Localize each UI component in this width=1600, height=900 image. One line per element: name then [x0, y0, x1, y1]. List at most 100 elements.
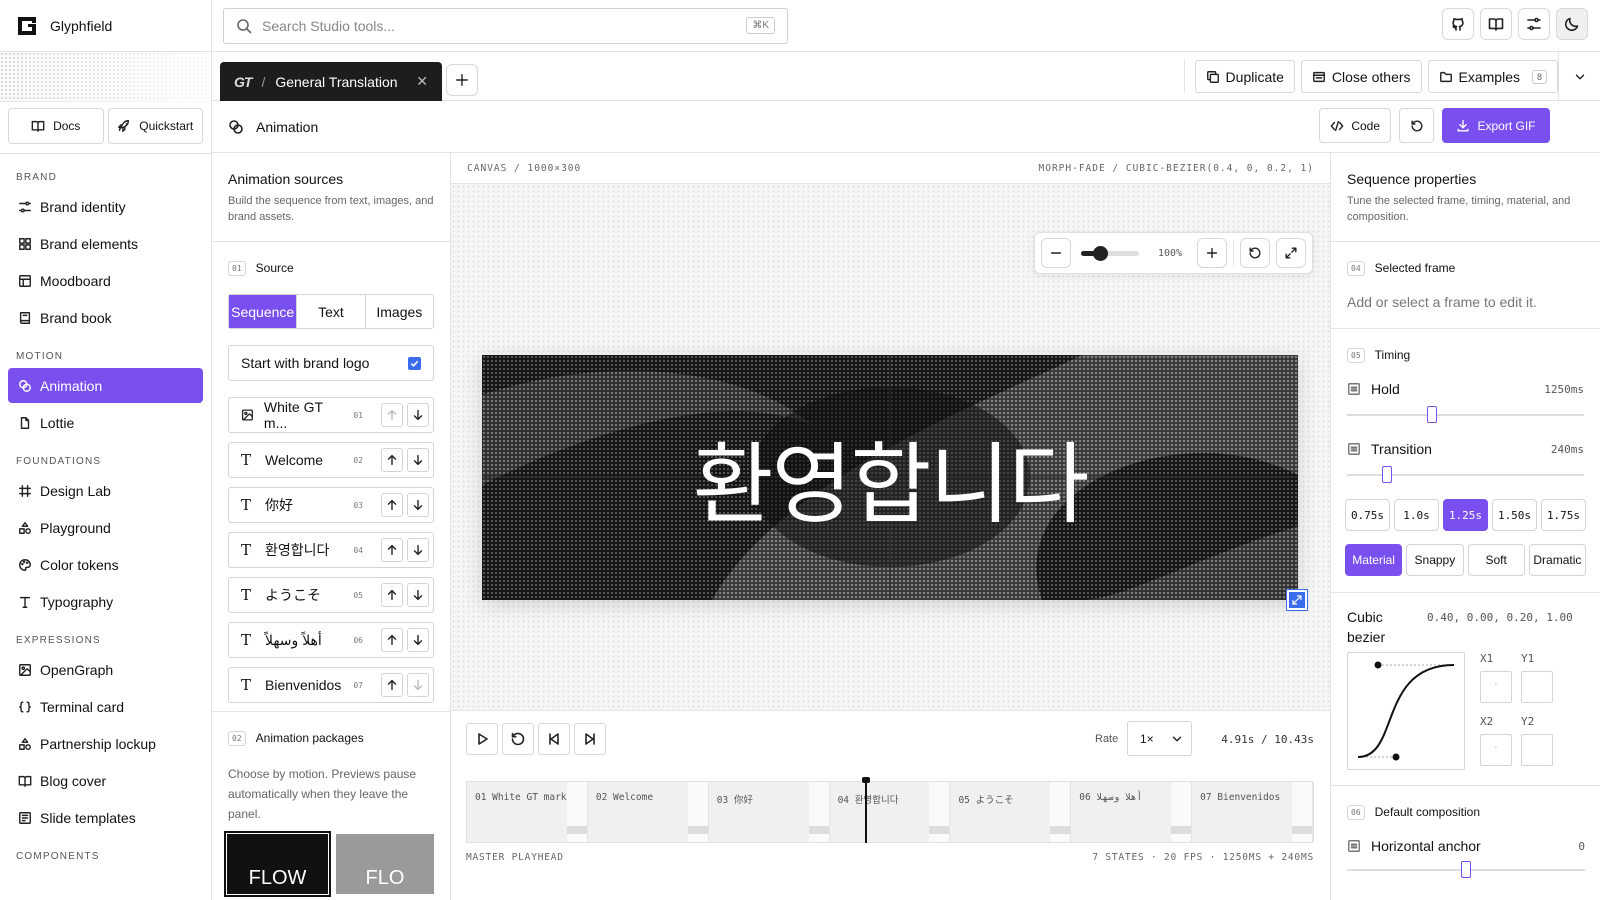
- hold-slider[interactable]: [1347, 405, 1584, 425]
- segment-images[interactable]: Images: [366, 295, 433, 328]
- move-down-button[interactable]: [407, 493, 429, 517]
- add-tab-button[interactable]: [446, 64, 478, 96]
- skip-back-button[interactable]: [538, 722, 570, 755]
- source-item[interactable]: T Bienvenidos 07: [228, 667, 434, 703]
- timeline-frame[interactable]: 04 환영합니다: [829, 782, 951, 842]
- zoom-out-button[interactable]: [1041, 238, 1071, 268]
- glyphfield-logo-icon[interactable]: [16, 15, 38, 37]
- move-down-button[interactable]: [407, 403, 429, 427]
- checkbox-checked-icon[interactable]: [408, 356, 421, 370]
- move-down-button[interactable]: [407, 673, 429, 697]
- sidebar-item-terminal-card[interactable]: Terminal card: [8, 689, 203, 724]
- sidebar-item-moodboard[interactable]: Moodboard: [8, 263, 203, 298]
- move-up-button[interactable]: [381, 673, 403, 697]
- playhead[interactable]: [862, 777, 871, 843]
- export-gif-button[interactable]: Export GIF: [1442, 108, 1550, 143]
- reset-button[interactable]: [1399, 108, 1434, 143]
- sidebar-item-playground[interactable]: Playground: [8, 510, 203, 545]
- skip-forward-button[interactable]: [574, 722, 606, 755]
- timeline-frame[interactable]: 02 Welcome: [587, 782, 709, 842]
- tab-menu-button[interactable]: [1558, 52, 1600, 101]
- anchor-slider-knob[interactable]: [1461, 861, 1471, 878]
- timeline-frame[interactable]: 06 أهلا وسهلا: [1071, 782, 1193, 842]
- brand-logo-toggle[interactable]: Start with brand logo: [228, 345, 434, 381]
- sidebar-item-color-tokens[interactable]: Color tokens: [8, 547, 203, 582]
- duration-preset-button[interactable]: 1.25s: [1443, 499, 1488, 531]
- source-item[interactable]: T ようこそ 05: [228, 577, 434, 613]
- docs-button[interactable]: Docs: [8, 108, 104, 144]
- segment-sequence[interactable]: Sequence: [229, 295, 298, 328]
- sidebar-item-typography[interactable]: Typography: [8, 584, 203, 619]
- transition-slider[interactable]: [1347, 465, 1584, 485]
- source-item[interactable]: T 你好 03: [228, 487, 434, 523]
- reset-zoom-button[interactable]: [1240, 238, 1270, 268]
- timeline-frame[interactable]: 03 你好: [708, 782, 830, 842]
- segment-text[interactable]: Text: [297, 295, 366, 328]
- rate-select[interactable]: 1×: [1127, 721, 1192, 756]
- theme-toggle-button[interactable]: [1556, 8, 1588, 40]
- search-input[interactable]: Search Studio tools... ⌘K: [223, 8, 788, 44]
- github-button[interactable]: [1442, 8, 1474, 40]
- quickstart-button[interactable]: Quickstart: [107, 108, 203, 144]
- source-item[interactable]: T Welcome 02: [228, 442, 434, 478]
- play-button[interactable]: [466, 722, 498, 755]
- duration-preset-button[interactable]: 1.50s: [1492, 499, 1537, 531]
- sidebar-item-partnership-lockup[interactable]: Partnership lockup: [8, 726, 203, 761]
- bezier-editor[interactable]: [1347, 652, 1465, 770]
- duration-preset-button[interactable]: 1.75s: [1541, 499, 1586, 531]
- transition-slider-knob[interactable]: [1382, 466, 1393, 483]
- move-up-button[interactable]: [381, 628, 403, 652]
- settings-button[interactable]: [1518, 8, 1550, 40]
- style-preset-dramatic[interactable]: Dramatic: [1528, 544, 1586, 576]
- duplicate-button[interactable]: Duplicate: [1194, 60, 1295, 93]
- move-up-button[interactable]: [381, 448, 403, 472]
- sidebar-item-lottie[interactable]: Lottie: [8, 405, 203, 440]
- move-down-button[interactable]: [407, 538, 429, 562]
- package-thumb-flow[interactable]: FLOW: [224, 831, 331, 897]
- sidebar-item-slide-templates[interactable]: Slide templates: [8, 800, 203, 835]
- sidebar-item-brand-elements[interactable]: Brand elements: [8, 226, 203, 261]
- style-preset-material[interactable]: Material: [1345, 544, 1403, 576]
- code-button[interactable]: Code: [1319, 108, 1391, 143]
- source-item[interactable]: T 환영합니다 04: [228, 532, 434, 568]
- timeline-frame[interactable]: 05 ようこそ: [950, 782, 1072, 842]
- animation-stage[interactable]: 환영합니다: [482, 355, 1298, 600]
- source-item[interactable]: T أهلاً وسهلاً 06: [228, 622, 434, 658]
- zoom-slider[interactable]: [1081, 238, 1139, 268]
- y1-input[interactable]: [1521, 671, 1553, 703]
- duration-preset-button[interactable]: 0.75s: [1345, 499, 1390, 531]
- package-thumb-flo[interactable]: FLO: [336, 834, 434, 894]
- sidebar-item-brand-identity[interactable]: Brand identity: [8, 189, 203, 224]
- zoom-knob[interactable]: [1093, 246, 1109, 261]
- move-down-button[interactable]: [407, 448, 429, 472]
- move-down-button[interactable]: [407, 583, 429, 607]
- examples-button[interactable]: Examples 8: [1427, 60, 1558, 93]
- close-others-button[interactable]: Close others: [1300, 60, 1422, 93]
- sidebar-item-brand-book[interactable]: Brand book: [8, 300, 203, 335]
- sidebar-item-opengraph[interactable]: OpenGraph: [8, 652, 203, 687]
- style-preset-soft[interactable]: Soft: [1467, 544, 1525, 576]
- source-item[interactable]: White GT m... 01: [228, 397, 434, 433]
- anchor-slider[interactable]: [1347, 860, 1585, 880]
- timeline-frame[interactable]: 01 White GT mark: [467, 782, 588, 842]
- duration-preset-button[interactable]: 1.0s: [1394, 499, 1439, 531]
- move-up-button[interactable]: [381, 493, 403, 517]
- replay-button[interactable]: [502, 722, 534, 755]
- sidebar-item-design-lab[interactable]: Design Lab: [8, 473, 203, 508]
- fullscreen-button[interactable]: [1276, 238, 1306, 268]
- move-up-button[interactable]: [381, 403, 403, 427]
- move-up-button[interactable]: [381, 583, 403, 607]
- zoom-in-button[interactable]: [1197, 238, 1227, 268]
- resize-handle[interactable]: [1286, 589, 1308, 611]
- timeline-frame[interactable]: 07 Bienvenidos: [1192, 782, 1314, 842]
- close-tab-icon[interactable]: ✕: [416, 73, 428, 90]
- sidebar-item-animation[interactable]: Animation: [8, 368, 203, 403]
- style-preset-snappy[interactable]: Snappy: [1406, 544, 1464, 576]
- docs-top-button[interactable]: [1480, 8, 1512, 40]
- sidebar-item-blog-cover[interactable]: Blog cover: [8, 763, 203, 798]
- hold-slider-knob[interactable]: [1427, 406, 1438, 423]
- tab-general-translation[interactable]: GT / General Translation ✕: [220, 62, 442, 101]
- move-up-button[interactable]: [381, 538, 403, 562]
- x1-input[interactable]: ': [1480, 671, 1512, 703]
- move-down-button[interactable]: [407, 628, 429, 652]
